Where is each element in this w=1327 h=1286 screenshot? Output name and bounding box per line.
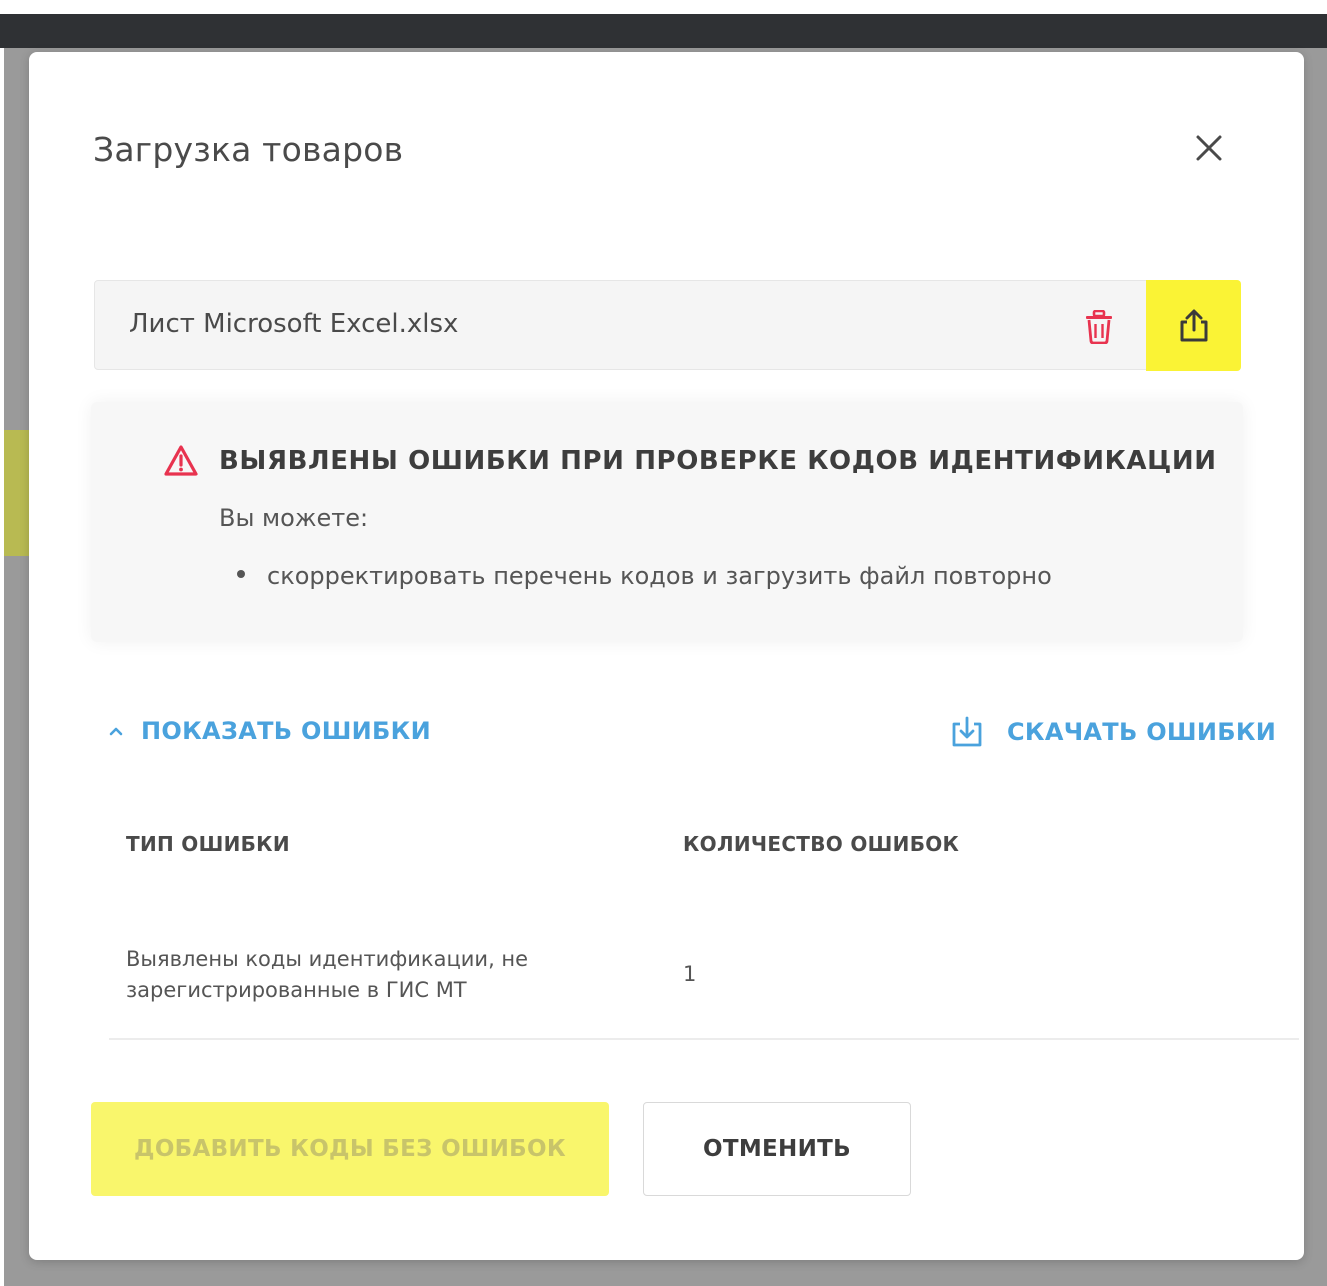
bullet-dot <box>237 570 245 578</box>
alert-subtitle: Вы можете: <box>219 504 369 532</box>
show-errors-label: ПОКАЗАТЬ ОШИБКИ <box>141 717 431 745</box>
chevron-up-icon <box>109 727 123 736</box>
table-divider <box>109 1038 1299 1040</box>
upload-products-modal: Загрузка товаров Лист Microsoft Excel.xl… <box>29 52 1304 1260</box>
download-errors-button[interactable]: СКАЧАТЬ ОШИБКИ <box>949 715 1276 749</box>
backdrop-accent <box>4 430 30 556</box>
table-cell-error-type: Выявлены коды идентификации, не зарегист… <box>126 947 529 1002</box>
close-button[interactable] <box>1189 128 1229 168</box>
alert-bullet-text: скорректировать перечень кодов и загрузи… <box>267 562 1052 590</box>
add-codes-without-errors-button[interactable]: ДОБАВИТЬ КОДЫ БЕЗ ОШИБОК <box>91 1102 609 1196</box>
show-errors-toggle[interactable]: ПОКАЗАТЬ ОШИБКИ <box>107 717 431 745</box>
column-header-error-type: ТИП ОШИБКИ <box>126 832 290 856</box>
app-topbar <box>0 0 1327 48</box>
download-errors-label: СКАЧАТЬ ОШИБКИ <box>1007 718 1277 746</box>
warning-triangle-icon <box>164 445 198 476</box>
upload-icon <box>1180 309 1207 341</box>
validation-error-alert: ВЫЯВЛЕНЫ ОШИБКИ ПРИ ПРОВЕРКЕ КОДОВ ИДЕНТ… <box>91 402 1243 642</box>
close-icon <box>1196 135 1222 161</box>
modal-title: Загрузка товаров <box>93 130 404 169</box>
upload-file-button[interactable] <box>1146 280 1241 371</box>
file-name: Лист Microsoft Excel.xlsx <box>129 309 459 339</box>
errors-table: ТИП ОШИБКИ КОЛИЧЕСТВО ОШИБОК Выявлены ко… <box>109 812 1299 1040</box>
column-header-error-count: КОЛИЧЕСТВО ОШИБОК <box>683 832 960 856</box>
download-icon <box>952 716 982 747</box>
alert-bullet-item: скорректировать перечень кодов и загрузи… <box>237 562 1052 590</box>
alert-title: ВЫЯВЛЕНЫ ОШИБКИ ПРИ ПРОВЕРКЕ КОДОВ ИДЕНТ… <box>219 446 1217 476</box>
trash-icon <box>1086 310 1112 344</box>
uploaded-file-row: Лист Microsoft Excel.xlsx <box>94 280 1241 371</box>
cancel-button[interactable]: ОТМЕНИТЬ <box>643 1102 911 1196</box>
table-cell-error-count: 1 <box>683 962 697 986</box>
delete-file-button[interactable] <box>1075 303 1123 351</box>
